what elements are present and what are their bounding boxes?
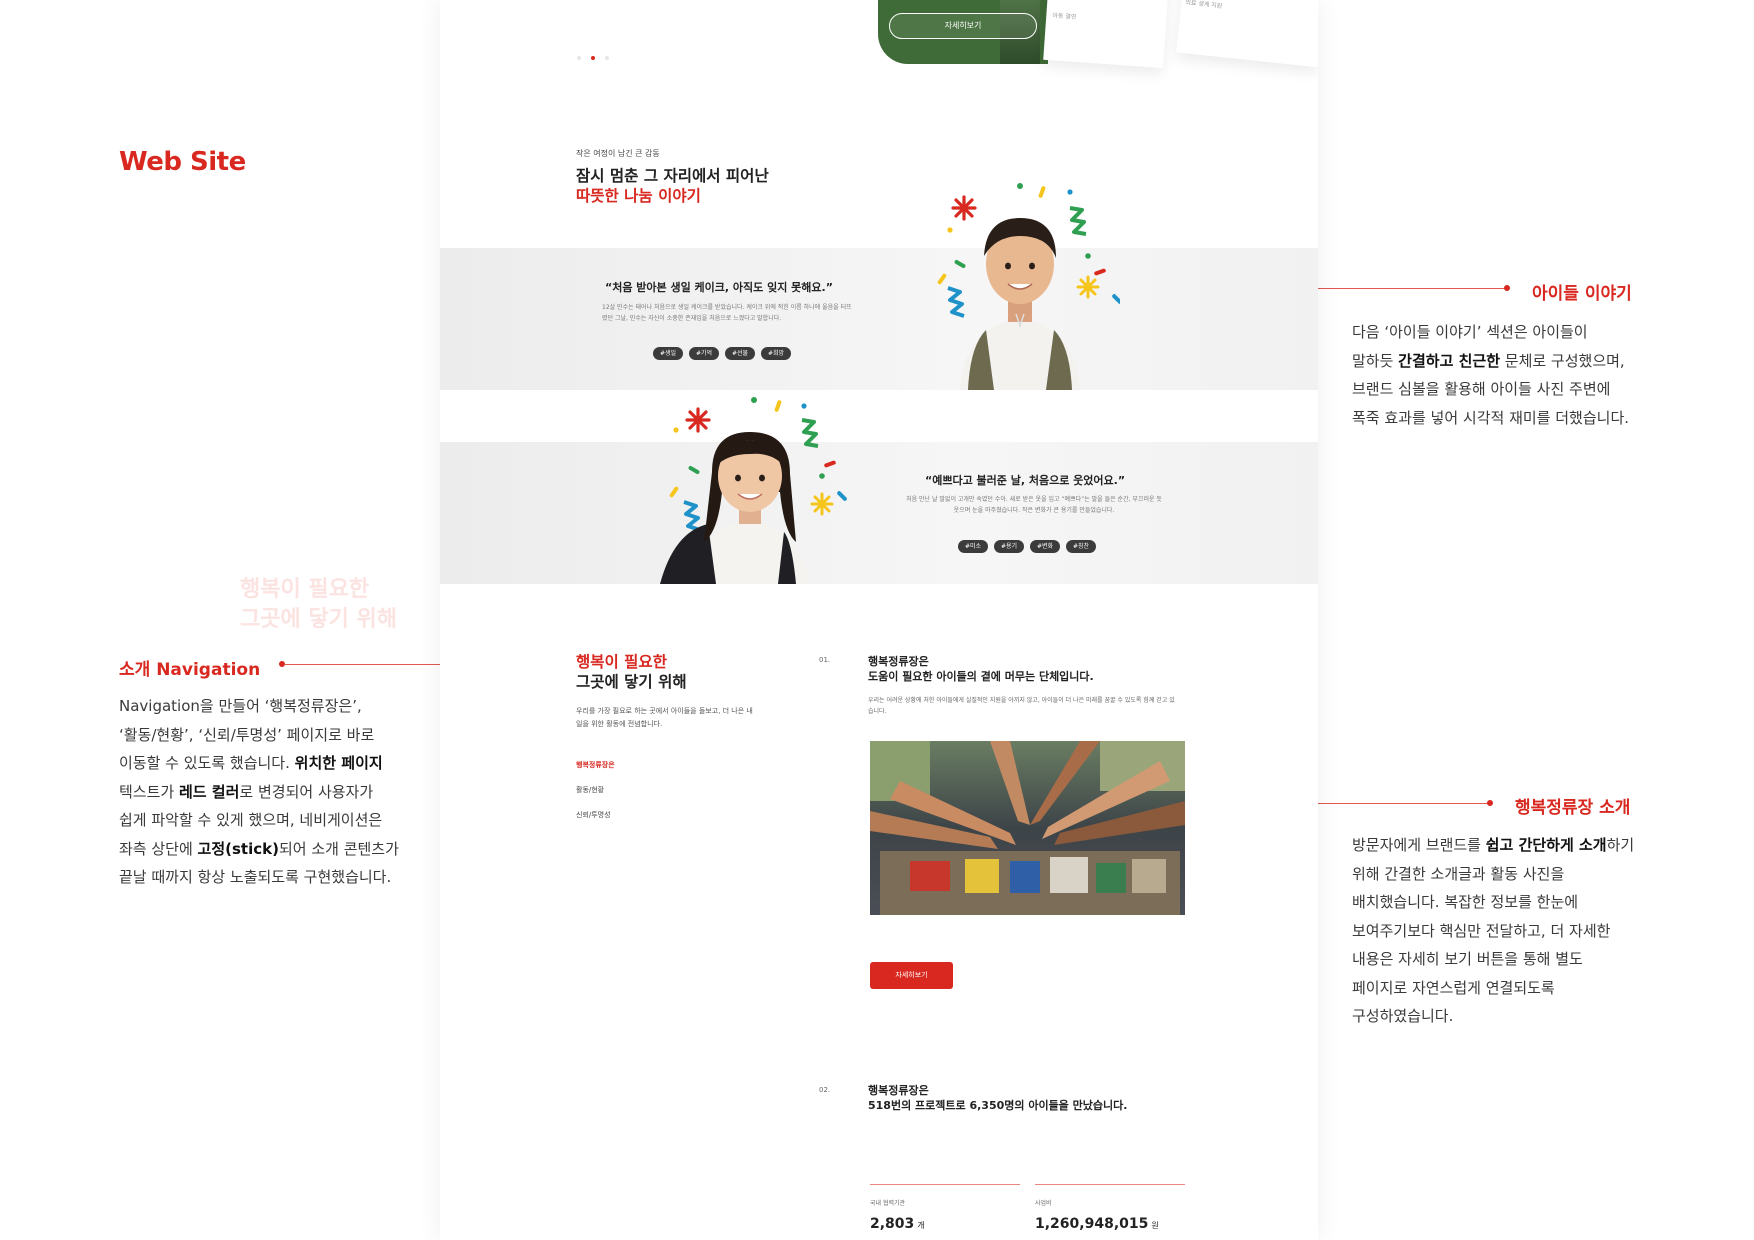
- slider-dot[interactable]: [577, 56, 581, 60]
- hero-card-paper-2: 의료 생계 지원: [1176, 0, 1318, 68]
- stat-partners: 국내 협력기관 2,803 개: [870, 1184, 1020, 1232]
- about-connector-dot: [1487, 800, 1493, 806]
- nav-item-activities[interactable]: 활동/현황: [576, 785, 615, 810]
- intro-title: 행복이 필요한 그곳에 닿기 위해: [576, 652, 687, 692]
- story-1-tags: #생일 #기억 #선물 #희망: [653, 347, 791, 360]
- story-tag[interactable]: #미소: [958, 540, 988, 553]
- section-1-desc: 우리는 어려운 상황에 처한 아이들에게 실질적인 지원을 아끼지 않고, 아이…: [868, 697, 1175, 715]
- story-tag[interactable]: #용기: [994, 540, 1024, 553]
- story-tag[interactable]: #희망: [761, 347, 791, 360]
- stories-eyebrow: 작은 여정이 남긴 큰 감동: [576, 149, 660, 158]
- about-annotation-body: 방문자에게 브랜드를 쉽고 간단하게 소개하기 위해 간결한 소개글과 활동 사…: [1352, 836, 1635, 1025]
- stories-title: 잠시 멈춘 그 자리에서 피어난 따뜻한 나눔 이야기: [576, 166, 769, 206]
- intro-side-navigation: 행복정류장은 활동/현황 신뢰/투명성: [576, 760, 615, 835]
- story-1-desc: 12살 민수는 태어나 처음으로 생일 케이크를 받았습니다. 케이크 위에 적…: [602, 304, 852, 322]
- slider-dot[interactable]: [605, 56, 609, 60]
- about-annotation-title: 행복정류장 소개: [1515, 798, 1631, 818]
- hero-more-button[interactable]: 자세히보기: [889, 13, 1037, 39]
- stat-budget-value: 1,260,948,015 원: [1035, 1216, 1159, 1232]
- intro-title-line2: 그곳에 닿기 위해: [576, 673, 687, 691]
- story-2-desc: 처음 만난 날 말없이 고개만 숙였던 수아. 새로 받은 옷을 입고 “예쁘다…: [906, 496, 1162, 514]
- story-2-quote: “예쁘다고 불러준 날, 처음으로 웃었어요.”: [925, 474, 1126, 487]
- stat-partners-value: 2,803 개: [870, 1216, 925, 1232]
- story-1-quote: “처음 받아본 생일 케이크, 아직도 잊지 못해요.”: [605, 281, 833, 294]
- section-2-title: 행복정류장은 518번의 프로젝트로 6,350명의 아이들을 만났습니다.: [868, 1083, 1127, 1113]
- section-1-title-line2: 도움이 필요한 아이들의 곁에 머무는 단체입니다.: [868, 670, 1094, 683]
- section-2-title-line1: 행복정류장은: [868, 1084, 929, 1097]
- girl-photo: [660, 397, 847, 584]
- story-tag[interactable]: #변화: [1030, 540, 1060, 553]
- story-band-2: [440, 442, 1318, 584]
- stories-title-line1: 잠시 멈춘 그 자리에서 피어난: [576, 167, 769, 185]
- hero-card-paper-1: 아동 결연: [1043, 0, 1169, 69]
- section-1-title: 행복정류장은 도움이 필요한 아이들의 곁에 머무는 단체입니다.: [868, 654, 1094, 684]
- intro-title-line1: 행복이 필요한: [576, 653, 667, 671]
- stat-partners-label: 국내 협력기관: [870, 1200, 906, 1207]
- ghost-heading: 행복이 필요한 그곳에 닿기 위해: [240, 577, 397, 632]
- stat-budget-label: 사업비: [1035, 1200, 1052, 1207]
- stories-annotation-title: 아이들 이야기: [1532, 284, 1632, 304]
- volunteer-photo: [870, 741, 1185, 915]
- nav-item-transparency[interactable]: 신뢰/투명성: [576, 810, 615, 835]
- stories-annotation-body: 다음 ‘아이들 이야기’ 섹션은 아이들이 말하듯 간결하고 친근한 문체로 구…: [1352, 323, 1630, 427]
- story-band-1: [440, 248, 1318, 390]
- brand-label: Web Site: [119, 147, 246, 177]
- story-tag[interactable]: #기억: [689, 347, 719, 360]
- story-tag[interactable]: #선물: [725, 347, 755, 360]
- section-2-number: 02.: [819, 1086, 831, 1094]
- hero-slider-dots[interactable]: [577, 56, 609, 60]
- section-1-title-line1: 행복정류장은: [868, 655, 929, 668]
- section-2-title-line2: 518번의 프로젝트로 6,350명의 아이들을 만났습니다.: [868, 1099, 1128, 1112]
- navigation-annotation-title: 소개 Navigation: [119, 660, 261, 680]
- stat-budget: 사업비 1,260,948,015 원: [1035, 1184, 1185, 1232]
- section-1-number: 01.: [819, 656, 831, 664]
- about-connector-line: [1290, 803, 1490, 804]
- stories-connector-line: [1290, 288, 1507, 289]
- intro-desc: 우리를 가장 필요로 하는 곳에서 아이들을 돌보고, 더 나은 내일을 위한 …: [576, 707, 753, 728]
- hero-paper-text-1: 아동 결연: [1052, 12, 1077, 21]
- story-tag[interactable]: #칭찬: [1066, 540, 1096, 553]
- website-mockup: 자세히보기 아동 결연 의료 생계 지원 작은 여정이 남긴 큰 감동 잠시 멈…: [440, 0, 1318, 1240]
- stories-connector-dot: [1504, 285, 1510, 291]
- slider-dot-active[interactable]: [591, 56, 595, 60]
- story-2-tags: #미소 #용기 #변화 #칭찬: [958, 540, 1096, 553]
- nav-item-about[interactable]: 행복정류장은: [576, 760, 615, 785]
- about-more-button[interactable]: 자세히보기: [870, 962, 953, 989]
- navigation-annotation-body: Navigation을 만들어 ‘행복정류장은’, ‘활동/현황’, ‘신뢰/투…: [119, 697, 399, 886]
- story-tag[interactable]: #생일: [653, 347, 683, 360]
- stories-title-line2: 따뜻한 나눔 이야기: [576, 187, 701, 205]
- hero-paper-text-2: 의료 생계 지원: [1185, 0, 1223, 10]
- boy-photo: [937, 183, 1120, 390]
